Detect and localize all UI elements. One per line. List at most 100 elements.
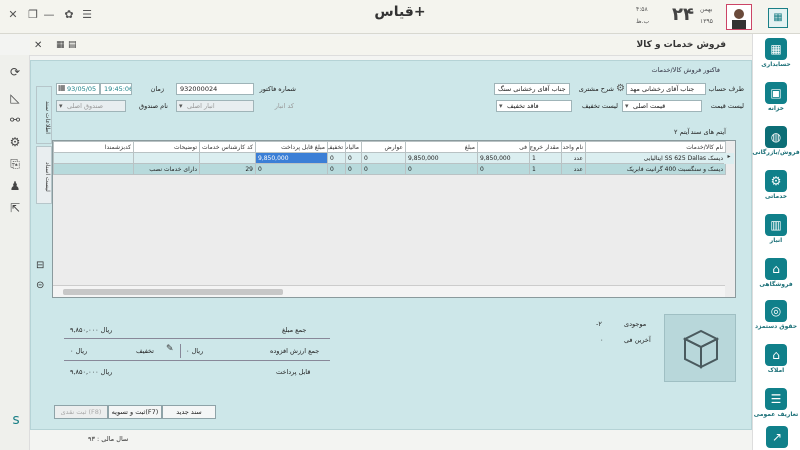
price-list-select[interactable]: قیمت اصلی bbox=[622, 100, 702, 112]
tab-doc-info[interactable]: اطلاعات سند bbox=[36, 86, 52, 144]
form-close-icon[interactable]: ✕ bbox=[34, 40, 42, 51]
cell-unit[interactable]: عدد bbox=[561, 152, 586, 164]
coins-icon: ◎ bbox=[765, 300, 787, 322]
table-row[interactable]: دیسک و سنگسبت 400 گرانیت فابریک عدد 1 0 … bbox=[53, 163, 726, 175]
sidebar-item-services[interactable]: ⚙ خدماتی bbox=[752, 170, 800, 200]
sidebar-item-payroll[interactable]: ◎ حقوق دستمزد bbox=[752, 300, 800, 330]
col-header[interactable]: عوارض bbox=[361, 141, 406, 153]
store-icon: ⌂ bbox=[765, 258, 787, 280]
settings-icon[interactable]: ✿ bbox=[62, 8, 76, 22]
calculator-icon[interactable]: ▦ bbox=[56, 40, 65, 50]
table-row[interactable]: دیسک SS 625 Dallas ایتالیایی عدد 1 9,850… bbox=[53, 152, 726, 164]
col-header[interactable]: مبلغ bbox=[405, 141, 478, 153]
payable-label: قابل پرداخت bbox=[276, 368, 311, 376]
calendar-icon[interactable]: ▦ bbox=[58, 83, 66, 92]
cell-discount[interactable]: 0 bbox=[327, 152, 346, 164]
fiscal-year: سال مالی : ۹۳ bbox=[88, 435, 129, 443]
warehouse-select[interactable]: انبار اصلی bbox=[176, 100, 254, 112]
menu-icon[interactable]: ☰ bbox=[80, 8, 94, 22]
tab-payment-list[interactable]: لیست اسناد bbox=[36, 146, 52, 204]
horizontal-scrollbar[interactable] bbox=[53, 285, 725, 297]
scroll-thumb[interactable] bbox=[63, 289, 283, 295]
user-avatar[interactable] bbox=[726, 4, 752, 30]
col-header[interactable]: فی bbox=[477, 141, 530, 153]
grid-view-icon[interactable]: ▤ bbox=[68, 40, 77, 50]
app-title: قیاس+ bbox=[374, 4, 426, 20]
customer-field[interactable]: جناب آقای رخشانی مهد bbox=[626, 83, 706, 95]
edit-icon[interactable]: ✎ bbox=[166, 344, 174, 354]
cell-tax[interactable]: 0 bbox=[345, 152, 362, 164]
sidebar-item-sales[interactable]: ◍ فروش/بازرگانی bbox=[752, 126, 800, 156]
gear-icon: ⚙ bbox=[765, 170, 787, 192]
cell-name[interactable]: دیسک SS 625 Dallas ایتالیایی bbox=[585, 152, 726, 164]
cell-amount[interactable]: 9,850,000 bbox=[405, 152, 478, 164]
save-settle-button[interactable]: ثبت و تسویه(F7) bbox=[108, 405, 162, 419]
discount-value: ۰ ریال bbox=[70, 347, 88, 355]
company-logo-icon: ꜱ bbox=[12, 412, 20, 428]
minimize-icon[interactable]: — bbox=[42, 8, 56, 22]
cell-unit[interactable]: عدد bbox=[561, 163, 586, 175]
user-icon bbox=[732, 9, 746, 29]
cell-tax[interactable]: 0 bbox=[345, 163, 362, 175]
cell-desc[interactable]: دارای خدمات نصب bbox=[133, 163, 200, 175]
col-header[interactable]: مالیات bbox=[345, 141, 362, 153]
col-header[interactable]: نام کالا/خدمات bbox=[585, 141, 726, 153]
sidebar-item-properties[interactable]: ⌂ املاک bbox=[752, 344, 800, 374]
invoice-no-field[interactable]: 932000024 bbox=[176, 83, 254, 95]
user-settings-icon[interactable]: ♟ bbox=[7, 178, 23, 194]
attach-icon[interactable]: ⊟ bbox=[36, 260, 44, 271]
sidebar-item-definitions[interactable]: ☰ تعاریف عمومی bbox=[752, 388, 800, 418]
refresh-icon[interactable]: ⟳ bbox=[7, 64, 23, 80]
chart-icon[interactable]: ↗ bbox=[766, 426, 788, 448]
app-logo-icon[interactable]: ▦ bbox=[768, 8, 788, 28]
fund-select[interactable]: صندوق اصلی bbox=[56, 100, 126, 112]
cell-amount[interactable]: 0 bbox=[405, 163, 478, 175]
link-icon[interactable]: ⊝ bbox=[36, 280, 44, 291]
cell-fee[interactable]: 0 bbox=[477, 163, 530, 175]
cell-fee[interactable]: 9,850,000 bbox=[477, 152, 530, 164]
export-icon[interactable]: ⇱ bbox=[7, 200, 23, 216]
cell-qty[interactable]: 1 bbox=[529, 163, 562, 175]
cell-qty[interactable]: 1 bbox=[529, 152, 562, 164]
form-title: فروش خدمات و کالا bbox=[636, 40, 727, 50]
sidebar-item-store[interactable]: ⌂ فروشگاهی bbox=[752, 258, 800, 288]
stock-value: -۲ bbox=[596, 320, 602, 328]
discount-list-select[interactable]: فاقد تخفیف bbox=[496, 100, 572, 112]
col-header[interactable]: مبلغ قابل پرداخت bbox=[255, 141, 328, 153]
cell-extra[interactable] bbox=[53, 163, 134, 175]
search-doc-icon[interactable]: ⎘ bbox=[7, 156, 23, 172]
cell-payable[interactable]: 0 bbox=[255, 163, 328, 175]
cell-toll[interactable]: 0 bbox=[361, 152, 406, 164]
items-grid: نام کالا/خدمات نام واحد مقدار خروج فی مب… bbox=[52, 140, 736, 298]
gear-icon[interactable]: ⚙ bbox=[616, 83, 625, 94]
sidebar-item-accounting[interactable]: ▦ حسابداری bbox=[752, 38, 800, 68]
sidebar-item-label: فروش/بازرگانی bbox=[752, 149, 800, 156]
customer-desc-field[interactable]: جناب آقای رخشانی سنگ bbox=[494, 83, 570, 95]
col-header[interactable]: تخفیف bbox=[327, 141, 346, 153]
cell-expert[interactable]: 29 bbox=[199, 163, 256, 175]
restore-icon[interactable]: ❐ bbox=[26, 8, 40, 22]
cell-expert[interactable] bbox=[199, 152, 256, 164]
sidebar-item-treasury[interactable]: ▣ خزانه bbox=[752, 82, 800, 112]
product-image[interactable] bbox=[664, 314, 736, 382]
share-icon[interactable]: ⚯ bbox=[7, 112, 23, 128]
invoice-no-label: شماره فاکتور bbox=[259, 85, 296, 93]
col-header[interactable]: کدبزشمندا bbox=[53, 141, 134, 153]
cell-payable[interactable]: 9,850,000 bbox=[255, 152, 328, 164]
new-document-button[interactable]: سند جدید bbox=[162, 405, 216, 419]
gear-icon[interactable]: ⚙ bbox=[7, 134, 23, 150]
col-header[interactable]: کد کارشناس خدمات bbox=[199, 141, 256, 153]
cell-desc[interactable] bbox=[133, 152, 200, 164]
col-header[interactable]: نام واحد bbox=[561, 141, 586, 153]
col-header[interactable]: توضیحات bbox=[133, 141, 200, 153]
ruler-icon[interactable]: ◺ bbox=[7, 90, 23, 106]
col-header[interactable]: مقدار خروج bbox=[529, 141, 562, 153]
cell-toll[interactable]: 0 bbox=[361, 163, 406, 175]
sidebar-item-warehouse[interactable]: ▥ انبار bbox=[752, 214, 800, 244]
cell-discount[interactable]: 0 bbox=[327, 163, 346, 175]
time-field[interactable]: 19:45:06 bbox=[100, 83, 132, 95]
cash-save-button[interactable]: ثبت نقدی (F8) bbox=[54, 405, 108, 419]
close-icon[interactable]: ✕ bbox=[6, 8, 20, 22]
cell-extra[interactable] bbox=[53, 152, 134, 164]
cell-name[interactable]: دیسک و سنگسبت 400 گرانیت فابریک bbox=[585, 163, 726, 175]
